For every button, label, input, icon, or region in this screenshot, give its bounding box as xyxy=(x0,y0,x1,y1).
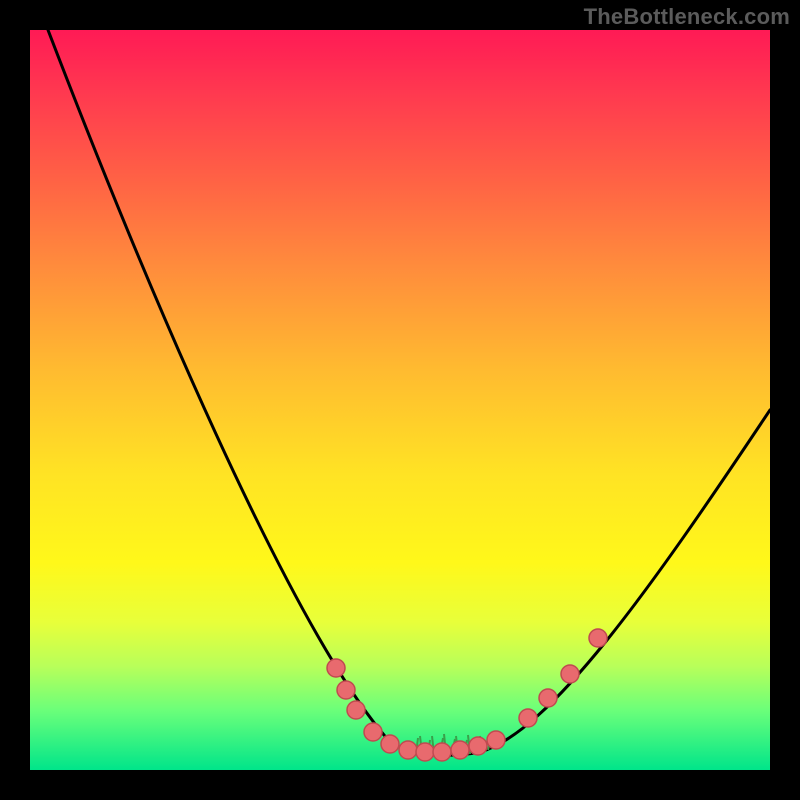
marker-dot xyxy=(487,731,505,749)
marker-dot xyxy=(451,741,469,759)
plot-area xyxy=(30,30,770,770)
marker-dot xyxy=(433,743,451,761)
marker-dot xyxy=(519,709,537,727)
marker-dot xyxy=(589,629,607,647)
marker-dot xyxy=(539,689,557,707)
watermark-text: TheBottleneck.com xyxy=(584,4,790,30)
marker-dot xyxy=(337,681,355,699)
marker-dot xyxy=(327,659,345,677)
marker-dot xyxy=(416,743,434,761)
marker-dot xyxy=(469,737,487,755)
plot-svg xyxy=(30,30,770,770)
marker-dot xyxy=(381,735,399,753)
marker-dot xyxy=(561,665,579,683)
chart-frame: TheBottleneck.com xyxy=(0,0,800,800)
curve-line xyxy=(48,30,770,755)
marker-dot xyxy=(347,701,365,719)
marker-dot xyxy=(364,723,382,741)
marker-dot xyxy=(399,741,417,759)
